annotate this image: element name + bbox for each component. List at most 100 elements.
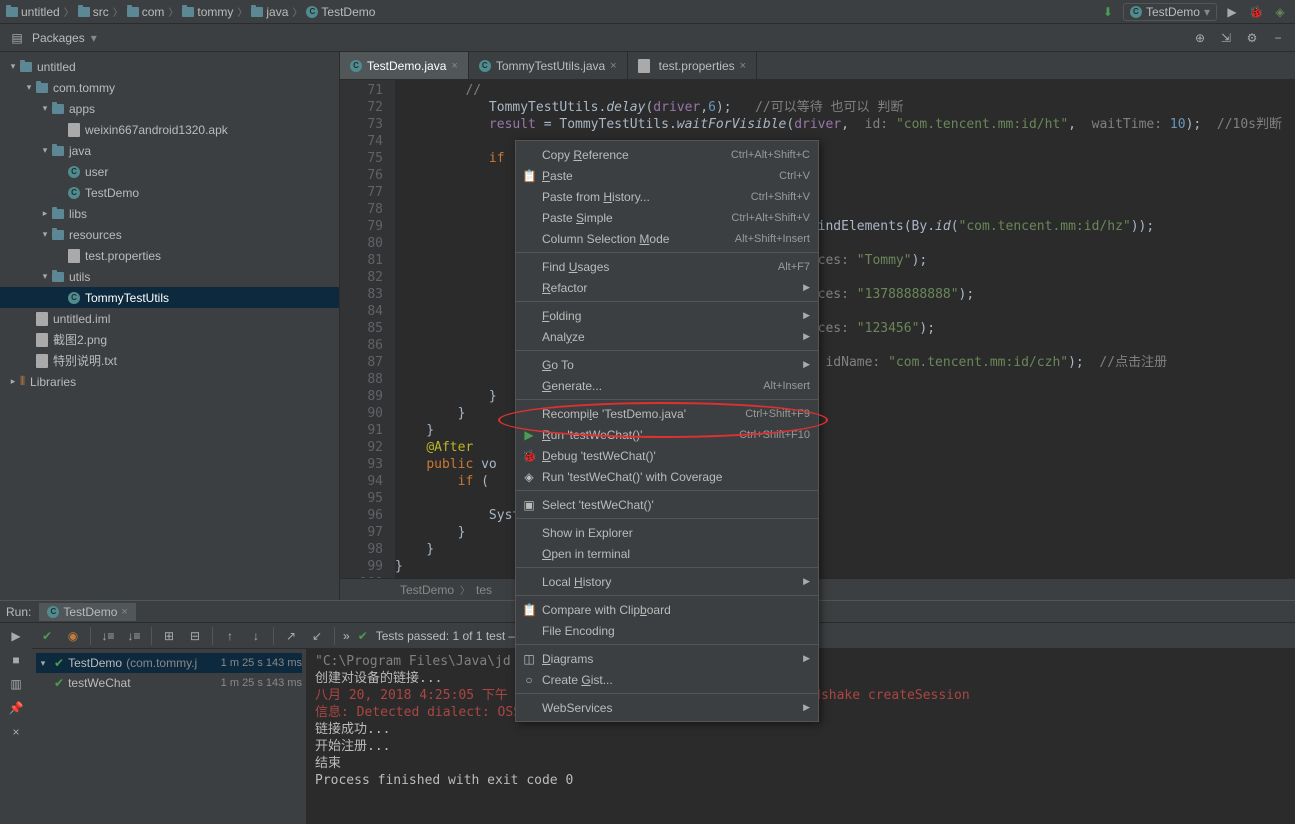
menu-item[interactable]: Generate...Alt+Insert <box>516 375 818 396</box>
packages-icon[interactable]: ▤ <box>8 29 26 47</box>
run-tab[interactable]: C TestDemo × <box>39 603 135 621</box>
menu-item[interactable]: ○Create Gist... <box>516 669 818 690</box>
next-icon[interactable]: ↓ <box>247 627 265 645</box>
menu-item[interactable]: Recompile 'TestDemo.java'Ctrl+Shift+F9 <box>516 403 818 424</box>
menu-item[interactable]: Refactor▶ <box>516 277 818 298</box>
tree-item[interactable]: ▾apps <box>0 98 339 119</box>
close-icon[interactable]: × <box>121 606 127 618</box>
expand-icon[interactable]: ⊞ <box>160 627 178 645</box>
editor-tab[interactable]: CTestDemo.java× <box>340 52 469 79</box>
close-button[interactable]: × <box>7 723 25 741</box>
tree-item[interactable]: 特别说明.txt <box>0 350 339 371</box>
tree-item[interactable]: CTestDemo <box>0 182 339 203</box>
menu-item[interactable]: ◈Run 'testWeChat()' with Coverage <box>516 466 818 487</box>
packages-label: Packages <box>32 31 85 45</box>
breadcrumb-item[interactable]: src <box>78 5 109 19</box>
project-tree[interactable]: ▾untitled▾com.tommy▾appsweixin667android… <box>0 52 340 600</box>
class-icon: C <box>47 606 59 618</box>
crumb[interactable]: tes <box>476 583 492 597</box>
menu-item[interactable]: Open in terminal <box>516 543 818 564</box>
run-button[interactable]: ▶ <box>1223 3 1241 21</box>
pass-icon[interactable]: ✔ <box>38 627 56 645</box>
context-menu[interactable]: Copy ReferenceCtrl+Alt+Shift+C📋PasteCtrl… <box>515 140 819 722</box>
menu-item[interactable]: Paste from History...Ctrl+Shift+V <box>516 186 818 207</box>
menu-item[interactable]: 📋Compare with Clipboard <box>516 599 818 620</box>
import-icon[interactable]: ↙ <box>308 627 326 645</box>
gutter: 7172737475767778798081828384858687888990… <box>340 80 395 578</box>
menu-item[interactable]: File Encoding <box>516 620 818 641</box>
tree-item[interactable]: Cuser <box>0 161 339 182</box>
tree-item[interactable]: 截图2.png <box>0 329 339 350</box>
collapse-icon[interactable]: ⊟ <box>186 627 204 645</box>
tree-item[interactable]: ▸libs <box>0 203 339 224</box>
menu-item[interactable]: Paste SimpleCtrl+Alt+Shift+V <box>516 207 818 228</box>
gear-icon[interactable]: ⚙ <box>1243 29 1261 47</box>
menu-item[interactable]: WebServices▶ <box>516 697 818 718</box>
run-configuration-selector[interactable]: C TestDemo ▾ <box>1123 3 1217 21</box>
tree-item[interactable]: ▸⫴Libraries <box>0 371 339 392</box>
project-toolbar: ▤ Packages ▾ ⊕ ⇲ ⚙ − <box>0 24 1295 52</box>
top-right-toolbar: ⬇ C TestDemo ▾ ▶ 🐞 ◈ <box>1099 3 1289 21</box>
tests-arrow: » <box>343 629 350 643</box>
menu-item[interactable]: Local History▶ <box>516 571 818 592</box>
tree-item[interactable]: ▾utils <box>0 266 339 287</box>
menu-item[interactable]: Analyze▶ <box>516 326 818 347</box>
prev-icon[interactable]: ↑ <box>221 627 239 645</box>
run-left-toolbar: ▶ ■ ▥ 📌 × <box>0 623 32 824</box>
menu-item[interactable]: ▶Run 'testWeChat()'Ctrl+Shift+F10 <box>516 424 818 445</box>
editor-tab[interactable]: CTommyTestUtils.java× <box>469 52 628 79</box>
collapse-icon[interactable]: ⇲ <box>1217 29 1235 47</box>
menu-item[interactable]: ▣Select 'testWeChat()' <box>516 494 818 515</box>
tree-item[interactable]: weixin667android1320.apk <box>0 119 339 140</box>
make-icon[interactable]: ⬇ <box>1099 3 1117 21</box>
test-tree-item[interactable]: ✔testWeChat1 m 25 s 143 ms <box>36 673 302 693</box>
tree-item[interactable]: untitled.iml <box>0 308 339 329</box>
tree-item[interactable]: ▾untitled <box>0 56 339 77</box>
sort-icon[interactable]: ↓≡ <box>99 627 117 645</box>
run-config-name: TestDemo <box>1146 5 1200 19</box>
tree-item[interactable]: CTommyTestUtils <box>0 287 339 308</box>
editor-tabs: CTestDemo.java×CTommyTestUtils.java×test… <box>340 52 1295 80</box>
tree-item[interactable]: ▾com.tommy <box>0 77 339 98</box>
breadcrumb-item[interactable]: com <box>127 5 165 19</box>
breadcrumb-item[interactable]: java <box>251 5 288 19</box>
menu-item[interactable]: 📋PasteCtrl+V <box>516 165 818 186</box>
navigation-bar: untitled〉src〉com〉tommy〉java〉CTestDemo ⬇ … <box>0 0 1295 24</box>
pin-button[interactable]: 📌 <box>7 699 25 717</box>
filter-icon[interactable]: ◉ <box>64 627 82 645</box>
breadcrumb-item[interactable]: tommy <box>182 5 233 19</box>
tests-pass-icon: ✔ <box>358 629 368 643</box>
close-icon[interactable]: × <box>610 60 616 72</box>
rerun-button[interactable]: ▶ <box>7 627 25 645</box>
menu-item[interactable]: Show in Explorer <box>516 522 818 543</box>
coverage-button[interactable]: ◈ <box>1271 3 1289 21</box>
test-tree-item[interactable]: ▾✔TestDemo (com.tommy.j1 m 25 s 143 ms <box>36 653 302 673</box>
menu-item[interactable]: Go To▶ <box>516 354 818 375</box>
run-tab-label: TestDemo <box>63 605 117 619</box>
test-tree[interactable]: ▾✔TestDemo (com.tommy.j1 m 25 s 143 ms✔t… <box>32 649 307 824</box>
breadcrumb-item[interactable]: CTestDemo <box>306 5 375 19</box>
export-icon[interactable]: ↗ <box>282 627 300 645</box>
menu-item[interactable]: Folding▶ <box>516 305 818 326</box>
stop-button[interactable]: ■ <box>7 651 25 669</box>
close-icon[interactable]: × <box>451 60 457 72</box>
close-icon[interactable]: × <box>740 60 746 72</box>
crumb[interactable]: TestDemo <box>400 583 454 597</box>
menu-item[interactable]: 🐞Debug 'testWeChat()' <box>516 445 818 466</box>
menu-item[interactable]: Find UsagesAlt+F7 <box>516 256 818 277</box>
breadcrumb-item[interactable]: untitled <box>6 5 60 19</box>
sort2-icon[interactable]: ↓≡ <box>125 627 143 645</box>
menu-item[interactable]: Copy ReferenceCtrl+Alt+Shift+C <box>516 144 818 165</box>
run-title: Run: <box>6 605 31 619</box>
tree-item[interactable]: test.properties <box>0 245 339 266</box>
menu-item[interactable]: Column Selection ModeAlt+Shift+Insert <box>516 228 818 249</box>
menu-item[interactable]: ◫Diagrams▶ <box>516 648 818 669</box>
debug-button[interactable]: 🐞 <box>1247 3 1265 21</box>
breadcrumb: untitled〉src〉com〉tommy〉java〉CTestDemo <box>6 4 1099 19</box>
editor-tab[interactable]: test.properties× <box>628 52 757 79</box>
tree-item[interactable]: ▾java <box>0 140 339 161</box>
locate-icon[interactable]: ⊕ <box>1191 29 1209 47</box>
layout-button[interactable]: ▥ <box>7 675 25 693</box>
tree-item[interactable]: ▾resources <box>0 224 339 245</box>
hide-icon[interactable]: − <box>1269 29 1287 47</box>
